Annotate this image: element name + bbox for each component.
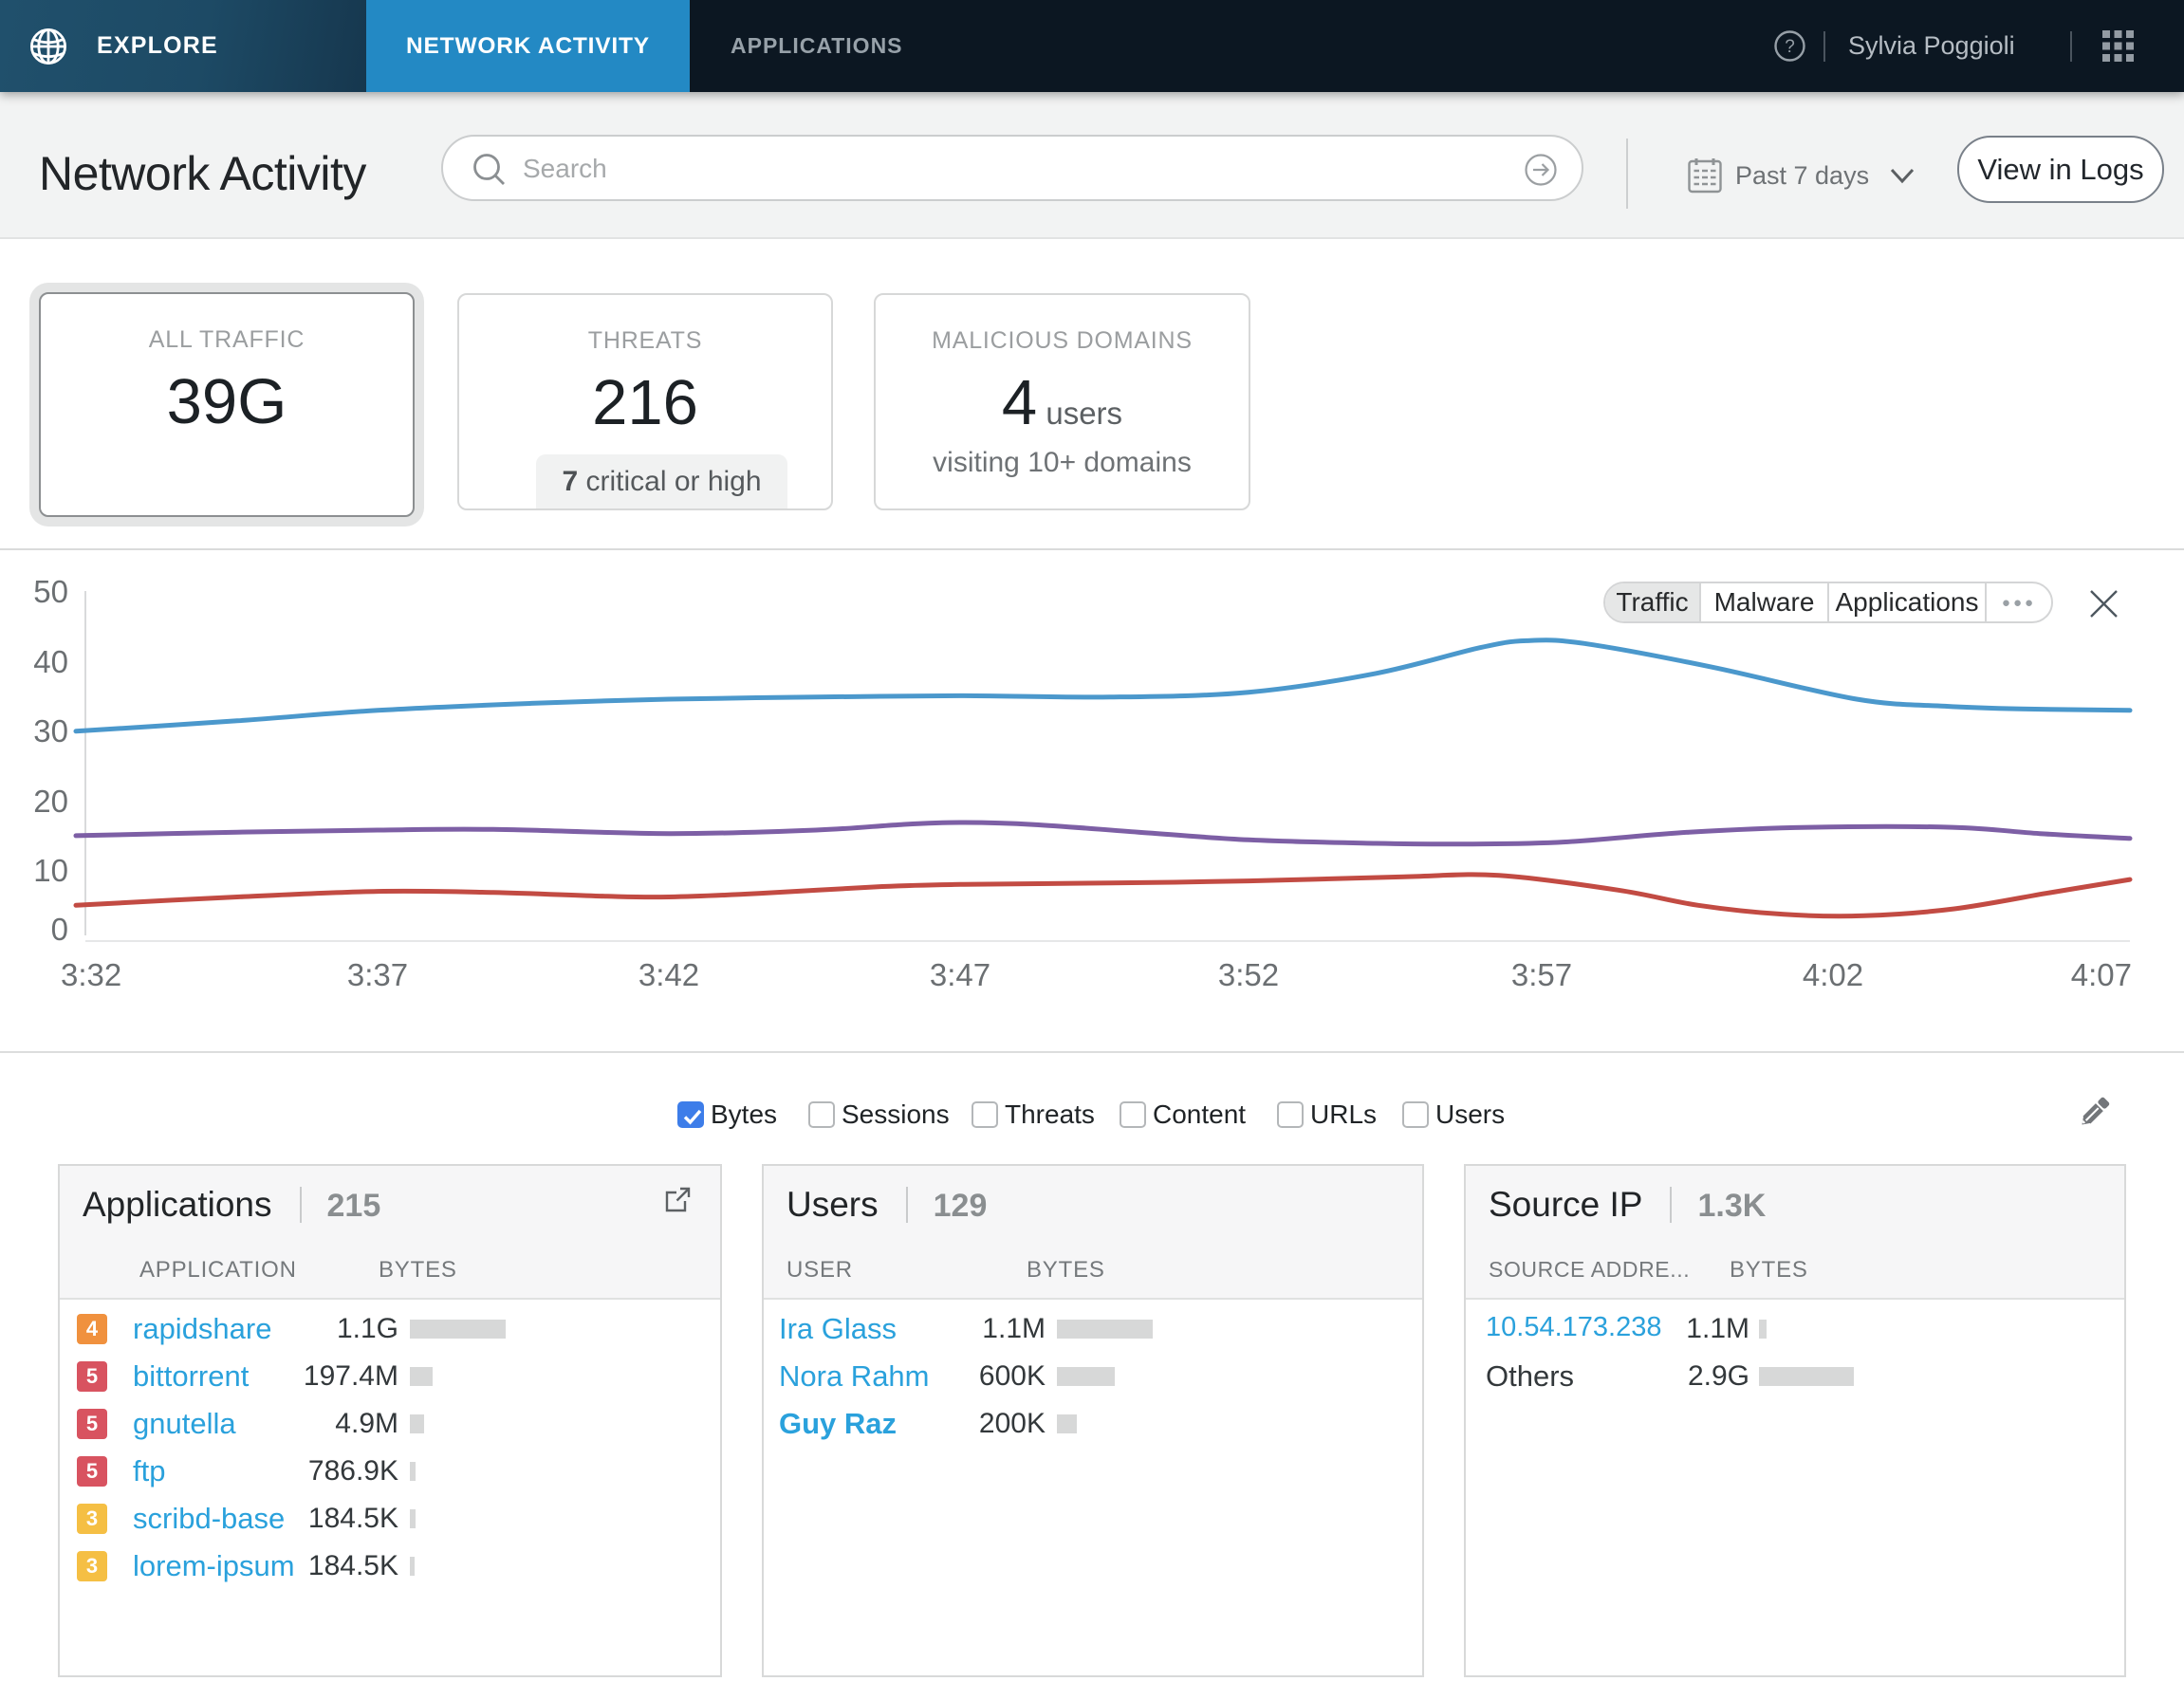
svg-text:4:07: 4:07 bbox=[2071, 957, 2132, 992]
svg-text:20: 20 bbox=[33, 784, 68, 819]
svg-text:4:02: 4:02 bbox=[1803, 957, 1863, 992]
svg-text:3:37: 3:37 bbox=[347, 957, 408, 992]
svg-text:3:52: 3:52 bbox=[1218, 957, 1279, 992]
svg-text:50: 50 bbox=[33, 574, 68, 609]
svg-text:40: 40 bbox=[33, 644, 68, 679]
svg-text:10: 10 bbox=[33, 853, 68, 888]
svg-text:3:42: 3:42 bbox=[639, 957, 699, 992]
svg-text:?: ? bbox=[1785, 37, 1795, 57]
svg-text:0: 0 bbox=[51, 912, 68, 947]
svg-text:3:32: 3:32 bbox=[61, 957, 121, 992]
svg-text:30: 30 bbox=[33, 713, 68, 748]
svg-text:3:57: 3:57 bbox=[1511, 957, 1572, 992]
svg-text:3:47: 3:47 bbox=[930, 957, 990, 992]
